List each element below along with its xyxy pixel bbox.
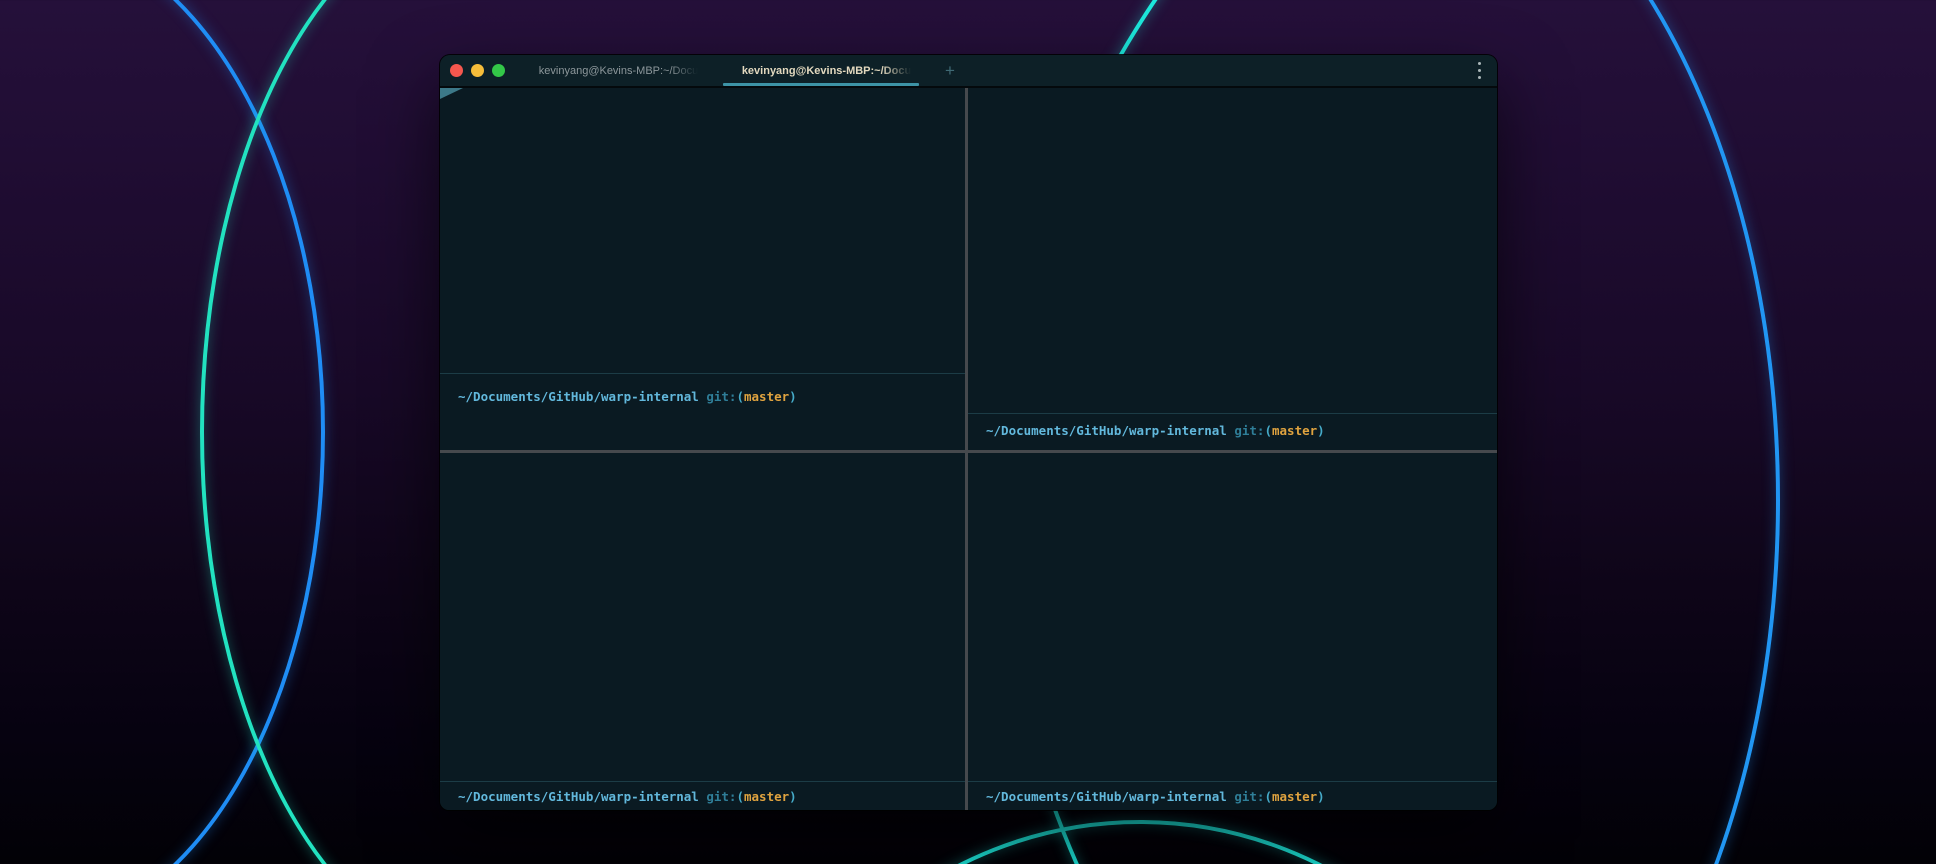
pane-grid: ~/Documents/GitHub/warp-internal git:(ma…: [440, 88, 1497, 810]
title-tab-bar: kevinyang@Kevins-MBP:~/Docu kevinyang@Ke…: [440, 55, 1497, 88]
block-separator: [440, 373, 965, 374]
git-prefix: git:: [1234, 789, 1265, 804]
git-prefix: git:: [706, 389, 737, 404]
shell-prompt: ~/Documents/GitHub/warp-internal git:(ma…: [986, 423, 1489, 438]
menu-kebab-button[interactable]: [1474, 55, 1485, 86]
block-separator: [968, 413, 1497, 414]
tab-1-label: kevinyang@Kevins-MBP:~/Docu: [538, 64, 699, 77]
zoom-button[interactable]: [492, 64, 505, 77]
kebab-dot-icon: [1478, 62, 1481, 65]
tab-2-label: kevinyang@Kevins-MBP:~/Docu: [741, 64, 912, 77]
shell-prompt: ~/Documents/GitHub/warp-internal git:(ma…: [986, 789, 1489, 804]
paren-open: (: [736, 389, 744, 404]
git-branch: master: [744, 389, 790, 404]
close-button[interactable]: [450, 64, 463, 77]
cyan-arc-bottom: [740, 820, 1540, 864]
paren-close: ): [1317, 789, 1325, 804]
paren-open: (: [1264, 789, 1272, 804]
paren-close: ): [789, 389, 797, 404]
paren-open: (: [736, 789, 744, 804]
shell-prompt: ~/Documents/GitHub/warp-internal git:(ma…: [458, 389, 957, 404]
minimize-button[interactable]: [471, 64, 484, 77]
paren-open: (: [1264, 423, 1272, 438]
block-separator: [440, 781, 965, 782]
cwd-path: ~/Documents/GitHub/warp-internal: [986, 423, 1227, 438]
block-separator: [968, 781, 1497, 782]
shell-prompt: ~/Documents/GitHub/warp-internal git:(ma…: [458, 789, 957, 804]
pane-bottom-left[interactable]: ~/Documents/GitHub/warp-internal git:(ma…: [440, 453, 965, 810]
cwd-path: ~/Documents/GitHub/warp-internal: [458, 789, 699, 804]
traffic-lights: [440, 55, 517, 86]
git-branch: master: [1272, 789, 1318, 804]
git-prefix: git:: [1234, 423, 1265, 438]
paren-close: ): [789, 789, 797, 804]
focused-pane-corner-icon: [440, 88, 463, 99]
new-tab-button[interactable]: +: [933, 55, 967, 86]
git-prefix: git:: [706, 789, 737, 804]
pane-top-left[interactable]: ~/Documents/GitHub/warp-internal git:(ma…: [440, 88, 965, 450]
paren-close: ): [1317, 423, 1325, 438]
pane-top-right[interactable]: ~/Documents/GitHub/warp-internal git:(ma…: [968, 88, 1497, 450]
git-branch: master: [1272, 423, 1318, 438]
kebab-dot-icon: [1478, 69, 1481, 72]
terminal-window: kevinyang@Kevins-MBP:~/Docu kevinyang@Ke…: [440, 55, 1497, 810]
kebab-dot-icon: [1478, 76, 1481, 79]
tab-1[interactable]: kevinyang@Kevins-MBP:~/Docu: [517, 55, 720, 86]
blue-arc-left: [0, 0, 325, 864]
pane-bottom-right[interactable]: ~/Documents/GitHub/warp-internal git:(ma…: [968, 453, 1497, 810]
cwd-path: ~/Documents/GitHub/warp-internal: [458, 389, 699, 404]
cwd-path: ~/Documents/GitHub/warp-internal: [986, 789, 1227, 804]
plus-icon: +: [945, 60, 955, 80]
git-branch: master: [744, 789, 790, 804]
tab-2-active[interactable]: kevinyang@Kevins-MBP:~/Docu: [720, 55, 933, 86]
